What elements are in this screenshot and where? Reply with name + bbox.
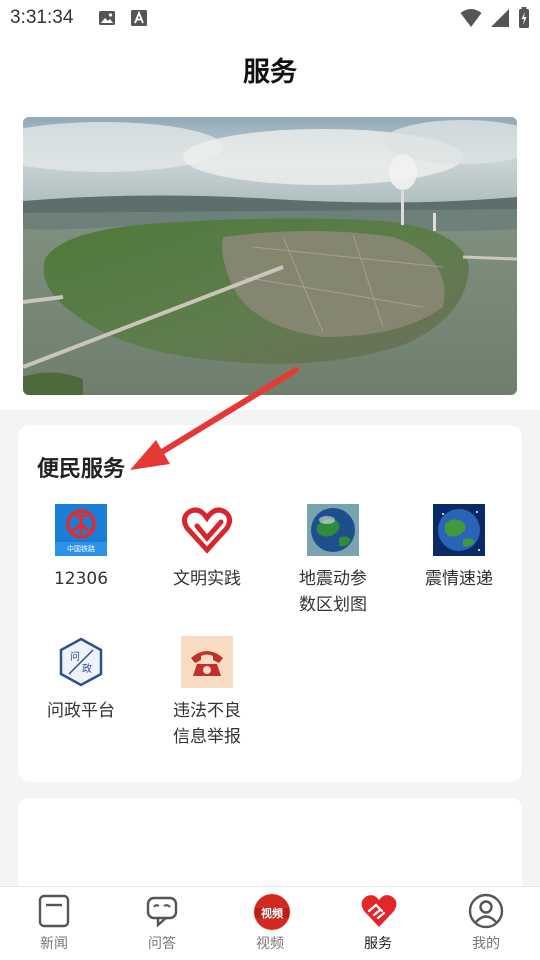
secondary-card [18,798,522,898]
service-civilization-practice[interactable]: 文明实践 [144,504,270,592]
status-icons-right [460,7,530,29]
page-header: 服务 [0,36,540,106]
tab-services[interactable]: 服务 [324,887,432,960]
tab-video[interactable]: 视频 视频 [216,887,324,960]
wifi-icon [460,9,482,27]
status-icons-left [98,9,148,27]
handshake-heart-icon [360,893,397,929]
convenience-services-card: 便民服务 中国铁路 12306 文明实践 地震动参数区划图 震情速递 问 政 问… [18,425,522,782]
phone-icon [181,636,233,688]
earth-icon [307,504,359,556]
heart-icon [181,504,233,556]
chat-icon [144,893,180,929]
earth-icon [433,504,485,556]
tab-label: 问答 [148,936,176,952]
user-icon [468,893,504,929]
status-bar: 3:31:34 [0,0,540,36]
image-notification-icon [99,11,115,25]
service-earthquake-bulletin[interactable]: 震情速递 [396,504,522,592]
service-label: 震情速递 [425,569,493,589]
svg-text:中国铁路: 中国铁路 [67,544,95,553]
service-label: 文明实践 [173,569,241,589]
service-label: 地震动参数区划图 [299,569,367,615]
tab-qa[interactable]: 问答 [108,887,216,960]
service-illegal-info-report[interactable]: 违法不良信息举报 [144,636,270,750]
tab-label: 我的 [472,936,500,952]
news-icon [36,893,72,929]
section-title: 便民服务 [37,457,126,482]
page-title: 服务 [243,57,297,88]
tab-label: 视频 [256,936,284,952]
video-badge-text: 视频 [261,906,283,920]
signal-icon [491,9,509,27]
service-label: 违法不良信息举报 [173,701,241,747]
service-label: 12306 [53,569,109,589]
svg-text:问: 问 [70,650,80,663]
battery-icon [519,7,529,28]
bottom-tab-bar: 新闻 问答 视频 视频 服务 我的 [0,886,540,960]
railway-icon: 中国铁路 [55,504,107,556]
service-seismic-zoning-map[interactable]: 地震动参数区划图 [270,504,396,618]
font-notification-icon [131,10,147,26]
banner-image[interactable] [23,117,517,395]
wenzheng-icon: 问 政 [55,636,107,688]
status-time: 3:31:34 [10,7,74,28]
service-label: 问政平台 [47,701,115,721]
tab-label: 新闻 [40,936,68,952]
tab-news[interactable]: 新闻 [0,887,108,960]
tab-profile[interactable]: 我的 [432,887,540,960]
banner-section [0,106,540,410]
banner-photo [23,117,517,395]
service-wenzheng-platform[interactable]: 问 政 问政平台 [18,636,144,724]
tab-label: 服务 [364,936,392,952]
video-badge-icon: 视频 [252,893,290,930]
service-12306[interactable]: 中国铁路 12306 [18,504,144,592]
svg-text:政: 政 [82,662,92,675]
